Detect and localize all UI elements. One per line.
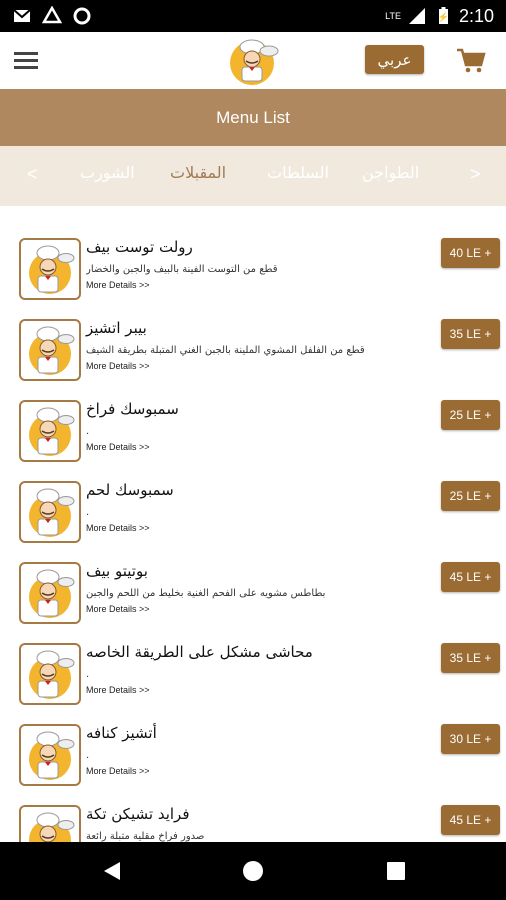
item-name: فرايد تشيكن تكة — [86, 805, 190, 823]
clock: 2:10 — [458, 5, 494, 26]
item-thumbnail — [19, 724, 81, 786]
tab-soups[interactable]: الشورب — [80, 163, 135, 182]
network-label: LTE — [385, 11, 401, 21]
category-prev-arrow[interactable]: < — [27, 164, 38, 185]
more-details-link[interactable]: More Details >> — [86, 685, 150, 695]
add-to-cart-button[interactable]: 45 LE + — [441, 562, 500, 592]
top-app-bar: عربي — [0, 32, 506, 89]
tab-tagines[interactable]: الطواجن — [362, 163, 419, 182]
item-name: رولت توست بيف — [86, 238, 193, 256]
item-thumbnail — [19, 319, 81, 381]
add-to-cart-button[interactable]: 25 LE + — [441, 481, 500, 511]
item-thumbnail — [19, 400, 81, 462]
signal-icon — [407, 6, 427, 26]
page-title: Menu List — [0, 89, 506, 146]
back-triangle-icon[interactable] — [100, 859, 124, 883]
item-description: قطع من التوست الفينة بالبيف والجبن والخض… — [86, 264, 278, 275]
item-description: . — [86, 426, 90, 437]
item-name: بيبر اتشيز — [86, 319, 147, 337]
add-to-cart-button[interactable]: 30 LE + — [441, 724, 500, 754]
item-description: . — [86, 669, 90, 680]
drive-icon — [42, 6, 62, 26]
status-bar: LTE ⚡ 2:10 — [0, 0, 506, 32]
tab-salads[interactable]: السلطات — [267, 163, 329, 182]
recents-square-icon[interactable] — [384, 859, 408, 883]
navigation-bar — [0, 842, 506, 900]
list-item[interactable]: بوتيتو بيف بطاطس مشويه على الفحم الغنية ب… — [0, 562, 506, 643]
language-button[interactable]: عربي — [365, 45, 424, 74]
item-description: قطع من الفلفل المشوي الملينة بالجبن الغن… — [86, 345, 365, 356]
item-name: سمبوسك لحم — [86, 481, 174, 499]
add-to-cart-button[interactable]: 35 LE + — [441, 643, 500, 673]
chef-logo — [230, 39, 279, 85]
add-to-cart-button[interactable]: 45 LE + — [441, 805, 500, 835]
gmail-icon — [12, 6, 32, 26]
item-description: بطاطس مشويه على الفحم الغنية بخليط من ال… — [86, 588, 326, 599]
svg-text:⚡: ⚡ — [438, 11, 449, 23]
list-item[interactable]: فرايد تشيكن تكة صدور فراخ مقلية متبلة رائ… — [0, 805, 506, 842]
tab-appetizers[interactable]: المقبلات — [170, 163, 226, 182]
more-details-link[interactable]: More Details >> — [86, 361, 150, 371]
item-thumbnail — [19, 805, 81, 842]
hamburger-icon[interactable] — [14, 52, 38, 70]
item-thumbnail — [19, 643, 81, 705]
battery-icon: ⚡ — [433, 6, 453, 26]
more-details-link[interactable]: More Details >> — [86, 442, 150, 452]
category-tabs: < الشورب المقبلات السلطات الطواجن > — [0, 146, 506, 206]
circle-icon — [72, 6, 92, 26]
category-next-arrow[interactable]: > — [470, 164, 481, 185]
more-details-link[interactable]: More Details >> — [86, 766, 150, 776]
list-item[interactable]: محاشى مشكل على الطريقة الخاصه. More Detai… — [0, 643, 506, 724]
item-name: بوتيتو بيف — [86, 562, 148, 580]
home-circle-icon[interactable] — [241, 859, 265, 883]
item-thumbnail — [19, 481, 81, 543]
more-details-link[interactable]: More Details >> — [86, 604, 150, 614]
item-thumbnail — [19, 238, 81, 300]
list-item[interactable]: سمبوسك فراخ. More Details >> 25 LE + — [0, 400, 506, 481]
more-details-link[interactable]: More Details >> — [86, 523, 150, 533]
item-thumbnail — [19, 562, 81, 624]
list-item[interactable]: سمبوسك لحم. More Details >> 25 LE + — [0, 481, 506, 562]
list-item[interactable]: بيبر اتشيز قطع من الفلفل المشوي الملينة ب… — [0, 319, 506, 400]
add-to-cart-button[interactable]: 35 LE + — [441, 319, 500, 349]
item-name: سمبوسك فراخ — [86, 400, 179, 418]
menu-list: رولت توست بيف قطع من التوست الفينة بالبيف… — [0, 206, 506, 842]
item-description: . — [86, 750, 90, 761]
cart-icon[interactable] — [456, 48, 486, 74]
item-description: صدور فراخ مقلية متبلة رائعة — [86, 831, 205, 842]
item-description: . — [86, 507, 90, 518]
more-details-link[interactable]: More Details >> — [86, 280, 150, 290]
item-name: أتشيز كنافه — [86, 724, 157, 742]
item-name: محاشى مشكل على الطريقة الخاصه — [86, 643, 313, 661]
add-to-cart-button[interactable]: 25 LE + — [441, 400, 500, 430]
list-item[interactable]: أتشيز كنافه. More Details >> 30 LE + — [0, 724, 506, 805]
add-to-cart-button[interactable]: 40 LE + — [441, 238, 500, 268]
list-item[interactable]: رولت توست بيف قطع من التوست الفينة بالبيف… — [0, 238, 506, 319]
